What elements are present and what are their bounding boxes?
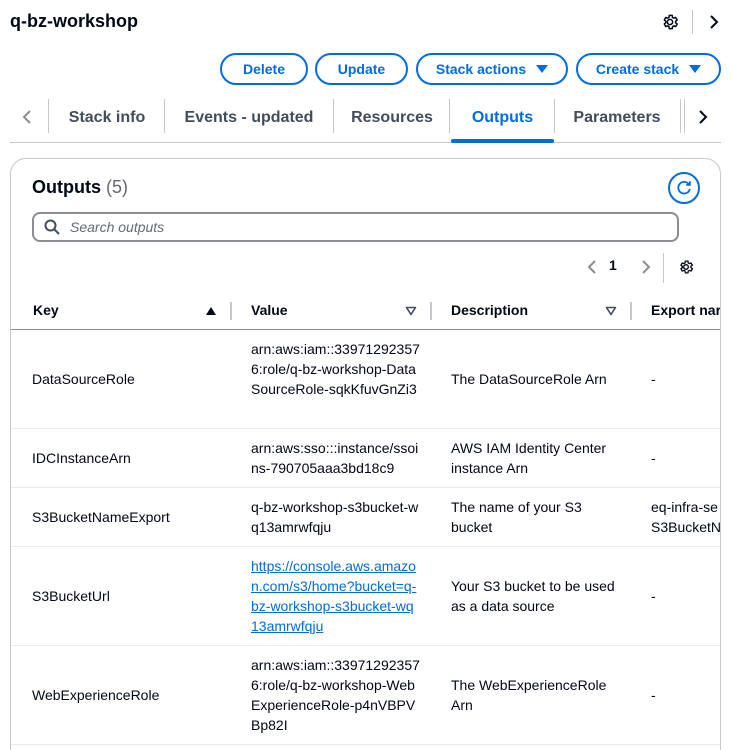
- tab-resources[interactable]: Resources: [337, 93, 447, 142]
- column-header-export[interactable]: Export nar: [651, 302, 720, 318]
- table-row: WebExperienceRole arn:aws:iam::339712923…: [11, 646, 720, 745]
- create-stack-button[interactable]: Create stack: [576, 53, 721, 85]
- delete-button[interactable]: Delete: [220, 53, 308, 85]
- chevron-left-icon: [587, 260, 596, 274]
- output-key: S3BucketNameExport: [32, 509, 170, 525]
- pager-divider: [663, 253, 664, 283]
- update-button-label: Update: [337, 61, 386, 77]
- tab-divider: [48, 99, 49, 133]
- tab-outputs[interactable]: Outputs: [451, 93, 554, 143]
- output-description: The name of your S3 bucket: [451, 499, 582, 535]
- output-key: WebExperienceRole: [32, 687, 160, 703]
- table-preferences-button[interactable]: [675, 255, 697, 279]
- output-export: -: [651, 687, 656, 703]
- sort-ascending-icon[interactable]: [205, 306, 217, 316]
- output-key: IDCInstanceArn: [32, 450, 131, 466]
- s3-bucket-link[interactable]: https://console.aws.amazon.com/s3/home?b…: [251, 556, 421, 636]
- column-header-key[interactable]: Key: [33, 302, 59, 318]
- output-key: S3BucketUrl: [32, 588, 110, 604]
- settings-gear-icon[interactable]: [660, 12, 680, 32]
- stack-actions-button[interactable]: Stack actions: [416, 53, 568, 85]
- tab-divider: [164, 99, 165, 133]
- tab-bar: Stack info Events - updated Resources Ou…: [10, 93, 721, 143]
- column-resizer[interactable]: [230, 302, 232, 320]
- column-resizer[interactable]: [630, 302, 632, 320]
- create-stack-label: Create stack: [595, 61, 680, 77]
- output-value: arn:aws:iam::339712923576:role/q-bz-work…: [251, 341, 420, 397]
- tab-label: Parameters: [573, 108, 661, 126]
- page-number[interactable]: 1: [609, 257, 617, 273]
- search-icon: [44, 219, 60, 235]
- column-header-value[interactable]: Value: [251, 302, 288, 318]
- column-header-description[interactable]: Description: [451, 302, 528, 318]
- table-header: Key Value Description Export nar: [11, 294, 720, 330]
- output-description: The WebExperienceRole Arn: [451, 677, 607, 713]
- table-row: IDCInstanceArn arn:aws:sso:::instance/ss…: [11, 429, 720, 488]
- table-row: S3BucketUrl https://console.aws.amazon.c…: [11, 547, 720, 646]
- stack-actions-label: Stack actions: [435, 61, 527, 77]
- sort-icon[interactable]: [605, 306, 617, 316]
- output-description: AWS IAM Identity Center instance Arn: [451, 440, 607, 476]
- header-divider: [692, 10, 693, 34]
- page-title: q-bz-workshop: [10, 11, 138, 31]
- tab-parameters[interactable]: Parameters: [558, 93, 676, 142]
- chevron-right-icon: [642, 260, 651, 274]
- output-value: arn:aws:iam::339712923576:role/q-bz-work…: [251, 657, 420, 733]
- tab-label: Stack info: [68, 108, 146, 126]
- caret-down-icon: [689, 65, 702, 73]
- search-input[interactable]: [70, 219, 660, 235]
- output-export: -: [651, 371, 656, 387]
- tab-label: Outputs: [471, 108, 534, 126]
- output-key: DataSourceRole: [32, 371, 135, 387]
- output-export: -: [651, 588, 656, 604]
- refresh-button[interactable]: [668, 172, 700, 204]
- prev-page-button[interactable]: [581, 255, 603, 279]
- tab-divider: [680, 99, 681, 133]
- table-row: S3BucketNameExport q-bz-workshop-s3bucke…: [11, 488, 721, 547]
- output-export: -: [651, 450, 656, 466]
- tab-divider: [554, 99, 555, 133]
- refresh-icon: [677, 180, 691, 195]
- outputs-heading: Outputs (5): [32, 177, 128, 198]
- delete-button-label: Delete: [242, 61, 286, 77]
- output-export: eq-infra-se S3BucketN: [651, 499, 721, 535]
- output-value: arn:aws:sso:::instance/ssoins-790705aaa3…: [251, 440, 419, 476]
- column-resizer[interactable]: [430, 302, 432, 320]
- table-row: DataSourceRole arn:aws:iam::339712923576…: [11, 330, 720, 429]
- tab-events[interactable]: Events - updated: [168, 93, 330, 142]
- tab-label: Events - updated: [184, 108, 314, 126]
- caret-down-icon: [536, 65, 549, 73]
- outputs-count: (5): [106, 177, 129, 197]
- chevron-right-icon[interactable]: [692, 105, 714, 129]
- chevron-left-icon[interactable]: [16, 105, 38, 129]
- search-box: [32, 212, 679, 242]
- sort-icon[interactable]: [405, 306, 417, 316]
- update-button[interactable]: Update: [315, 53, 408, 85]
- gear-icon: [680, 260, 694, 274]
- output-value: q-bz-workshop-s3bucket-wq13amrwfqju: [251, 499, 419, 535]
- tab-stack-info[interactable]: Stack info: [52, 93, 162, 142]
- tab-divider: [333, 99, 334, 133]
- tab-label: Resources: [351, 108, 433, 126]
- next-page-button[interactable]: [635, 255, 657, 279]
- outputs-title: Outputs: [32, 177, 101, 197]
- output-description: The DataSourceRole Arn: [451, 371, 607, 387]
- output-description: Your S3 bucket to be used as a data sour…: [451, 578, 615, 614]
- tab-divider: [684, 99, 685, 133]
- chevron-right-icon[interactable]: [704, 12, 724, 32]
- outputs-panel: Outputs (5) 1 Key Value Description Expo…: [10, 158, 721, 750]
- tab-divider: [449, 99, 450, 133]
